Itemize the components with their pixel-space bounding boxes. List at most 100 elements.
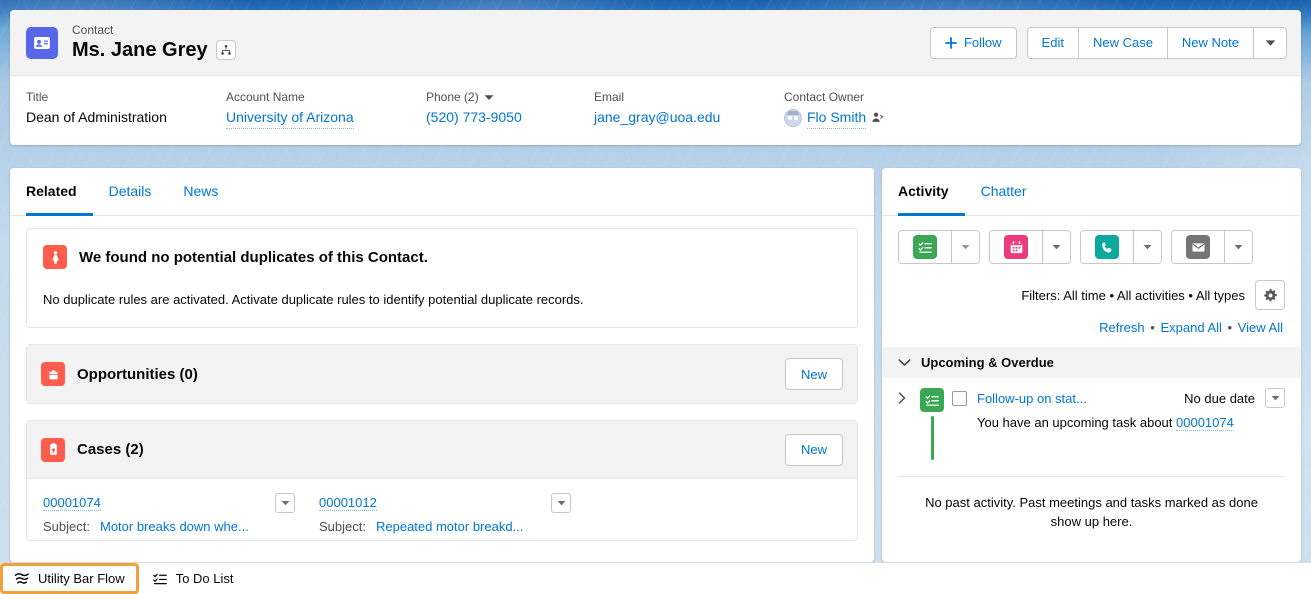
highlights-fields: Title Dean of Administration Account Nam…: [10, 76, 1301, 145]
link-separator: •: [1227, 320, 1233, 335]
duplicates-header: We found no potential duplicates of this…: [43, 245, 841, 269]
task-icon-column: [920, 388, 944, 460]
tab-chatter[interactable]: Chatter: [965, 169, 1043, 216]
contact-icon: [26, 26, 58, 59]
change-owner-icon[interactable]: [871, 111, 884, 124]
related-lists: We found no potential duplicates of this…: [10, 216, 874, 541]
field-account-name: Account Name University of Arizona: [226, 88, 426, 129]
follow-button[interactable]: Follow: [929, 26, 1017, 59]
task-related-case-link[interactable]: 00001074: [1176, 415, 1234, 431]
chevron-down-icon: [1265, 39, 1276, 47]
utility-item-utility-bar-flow[interactable]: Utility Bar Flow: [0, 563, 139, 594]
expand-all-link[interactable]: Expand All: [1160, 320, 1221, 335]
email-button[interactable]: [1172, 231, 1224, 263]
log-a-call-group: [1080, 230, 1162, 264]
case-icon: [41, 437, 65, 462]
field-title-value: Dean of Administration: [26, 109, 167, 125]
new-note-button[interactable]: New Note: [1166, 26, 1254, 59]
phone-icon: [1095, 235, 1119, 259]
event-icon: [1004, 235, 1028, 259]
field-email: Email jane_gray@uoa.edu: [594, 88, 784, 129]
related-panel: Related Details News We found no potenti…: [10, 168, 874, 562]
field-account-name-value: University of Arizona: [226, 106, 426, 129]
new-event-button[interactable]: [990, 231, 1042, 263]
no-past-activity-message: No past activity. Past meetings and task…: [925, 495, 1258, 529]
upcoming-overdue-title: Upcoming & Overdue: [921, 355, 1054, 370]
opportunity-icon: [41, 362, 65, 386]
new-task-dropdown[interactable]: [951, 231, 979, 263]
record-titles: Contact Ms. Jane Grey: [72, 23, 236, 63]
contact-owner-link[interactable]: Flo Smith: [807, 106, 867, 129]
tab-news[interactable]: News: [167, 169, 234, 216]
upcoming-overdue-section-header[interactable]: Upcoming & Overdue: [882, 347, 1301, 378]
gear-icon[interactable]: [1255, 280, 1285, 310]
activity-links: Refresh • Expand All • View All: [898, 320, 1285, 335]
follow-button-label: Follow: [963, 35, 1002, 50]
account-name-link[interactable]: University of Arizona: [226, 106, 354, 129]
opportunities-header: Opportunities (0) New: [27, 345, 857, 403]
edit-button[interactable]: Edit: [1026, 26, 1079, 59]
more-actions-button[interactable]: [1253, 26, 1287, 59]
tab-related[interactable]: Related: [26, 169, 93, 216]
page-title: Ms. Jane Grey: [72, 38, 236, 63]
utility-item-label: Utility Bar Flow: [38, 571, 125, 586]
refresh-link[interactable]: Refresh: [1099, 320, 1145, 335]
chevron-down-icon: [898, 358, 911, 367]
record-name-text: Ms. Jane Grey: [72, 38, 208, 61]
new-case-related-button[interactable]: New: [785, 433, 843, 466]
cases-actions: New: [785, 433, 843, 466]
email-dropdown[interactable]: [1224, 231, 1252, 263]
highlights-actions: Follow Edit New Case New Note: [929, 26, 1287, 59]
hierarchy-icon[interactable]: [215, 40, 236, 60]
new-task-button[interactable]: [899, 231, 951, 263]
case-row-header: 00001074: [43, 493, 295, 513]
opportunities-title: Opportunities (0): [77, 365, 198, 383]
utility-item-to-do-list[interactable]: To Do List: [139, 563, 248, 594]
field-contact-owner-value: Flo Smith: [784, 106, 984, 129]
case-subject-label: Subject:: [319, 519, 366, 534]
record-tabs: Related Details News: [10, 168, 874, 216]
field-title: Title Dean of Administration: [26, 88, 226, 129]
email-link[interactable]: jane_gray@uoa.edu: [594, 106, 720, 128]
case-number-link[interactable]: 00001074: [43, 495, 101, 511]
case-subject-row: Subject: Repeated motor breakd...: [319, 519, 595, 534]
new-event-dropdown[interactable]: [1042, 231, 1070, 263]
record-highlights-panel: Contact Ms. Jane Grey Follow Edit New Ca…: [10, 10, 1301, 145]
highlights-header: Contact Ms. Jane Grey Follow Edit New Ca…: [10, 10, 1301, 76]
task-icon: [913, 235, 937, 259]
list-item: Follow-up on stat... No due date You hav…: [898, 378, 1285, 460]
email-icon: [1186, 235, 1210, 259]
case-row-menu-button[interactable]: [551, 493, 571, 513]
case-subject-row: Subject: Motor breaks down whe...: [43, 519, 319, 534]
tab-details[interactable]: Details: [93, 169, 168, 216]
salesforce-app: Contact Ms. Jane Grey Follow Edit New Ca…: [0, 0, 1311, 594]
timeline-spine: [930, 416, 934, 460]
field-phone-value: (520) 773-9050: [426, 106, 594, 128]
cases-related-list: Cases (2) New 00001074 Subject: Motor br…: [26, 420, 858, 541]
potential-duplicates-card: We found no potential duplicates of this…: [26, 228, 858, 328]
phone-link[interactable]: (520) 773-9050: [426, 106, 522, 128]
tab-activity[interactable]: Activity: [898, 169, 965, 216]
case-subject-label: Subject:: [43, 519, 90, 534]
case-subject-link[interactable]: Motor breaks down whe...: [100, 519, 249, 534]
view-all-link[interactable]: View All: [1238, 320, 1283, 335]
chevron-right-icon[interactable]: [898, 388, 912, 460]
plus-icon: [945, 36, 957, 49]
task-row-menu-button[interactable]: [1265, 388, 1285, 408]
log-a-call-button[interactable]: [1081, 231, 1133, 263]
task-summary-row: Follow-up on stat... No due date: [952, 388, 1285, 408]
field-email-value: jane_gray@uoa.edu: [594, 106, 784, 128]
activity-filters: Filters: All time • All activities • All…: [898, 280, 1285, 310]
new-opportunity-button[interactable]: New: [785, 358, 843, 390]
activity-body: Filters: All time • All activities • All…: [882, 216, 1301, 531]
case-number-link[interactable]: 00001012: [319, 495, 377, 511]
new-case-button[interactable]: New Case: [1077, 26, 1168, 59]
chevron-down-icon[interactable]: [484, 94, 494, 101]
case-subject-link[interactable]: Repeated motor breakd...: [376, 519, 523, 534]
task-complete-checkbox[interactable]: [952, 390, 967, 406]
log-a-call-dropdown[interactable]: [1133, 231, 1161, 263]
utility-item-label: To Do List: [175, 571, 234, 586]
todo-list-icon: [152, 572, 168, 586]
case-row-menu-button[interactable]: [275, 493, 295, 513]
task-subject-link[interactable]: Follow-up on stat...: [977, 391, 1174, 406]
